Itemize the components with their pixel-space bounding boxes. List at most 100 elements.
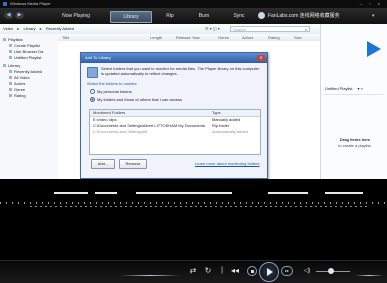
navigation-pane: Playlists Create Playlist Like Browser D…: [0, 34, 59, 179]
column-length[interactable]: Length: [150, 34, 162, 41]
playback-controls: ⇄ ↻ | ◂◂ ▸▸ ◁): [0, 260, 387, 283]
folder-type: Manually added: [212, 117, 241, 122]
folder-path: C:\Documents and Settings\All: [93, 129, 148, 134]
drag-items-heading: Drag items here: [339, 137, 371, 142]
radio-icon[interactable]: [90, 89, 95, 95]
title-bar: Windows Media Player – ▫ ×: [0, 0, 387, 8]
breadcrumb-separator-icon: ▸: [17, 26, 20, 31]
dialog-title: Add To Library: [85, 55, 111, 60]
repeat-icon[interactable]: ↻: [202, 266, 214, 276]
nav-recently-added[interactable]: Recently Added: [9, 69, 42, 74]
video-frame-line: [136, 192, 232, 194]
shuffle-icon[interactable]: ⇄: [187, 266, 199, 276]
user-icon[interactable]: [258, 12, 265, 19]
tab-library[interactable]: Library: [110, 11, 152, 23]
nav-library[interactable]: Library: [3, 63, 20, 68]
list-pane: Untitled Playlist ▾ » Drag items here to…: [320, 24, 387, 179]
back-icon[interactable]: ◀: [4, 12, 13, 19]
radio-my-and-others-folders[interactable]: My folders and those of others that I ca…: [90, 97, 182, 103]
radio-label: My folders and those of others that I ca…: [97, 97, 182, 102]
playlist-title: Untitled Playlist: [325, 86, 353, 91]
folder-type: Rip folder: [212, 123, 230, 128]
tab-now-playing[interactable]: Now Playing: [58, 11, 94, 21]
tab-sync[interactable]: Sync: [228, 11, 250, 21]
column-title[interactable]: Title: [62, 34, 69, 41]
breadcrumb-library[interactable]: Library: [23, 26, 35, 31]
window-title: Windows Media Player: [10, 1, 51, 6]
breadcrumb-recently-added[interactable]: Recently Added: [46, 26, 74, 31]
chevron-down-icon[interactable]: ▾ »: [357, 86, 362, 91]
search-input[interactable]: Search ⌕: [230, 26, 310, 32]
column-genre[interactable]: Genre: [218, 34, 229, 41]
video-frame-line: [95, 192, 117, 194]
remove-folder-button[interactable]: Remove: [119, 159, 147, 169]
nav-all-video[interactable]: All Video: [9, 75, 30, 80]
library-folder-icon: [87, 67, 98, 78]
nav-untitled-playlist[interactable]: Untitled Playlist: [9, 55, 41, 60]
column-size[interactable]: Size: [294, 34, 302, 41]
folder-row[interactable]: C:\Documents and Settings\All Automatica…: [90, 129, 260, 134]
radio-label: My personal folders: [97, 89, 132, 94]
video-frame-line: [268, 192, 308, 194]
nav-actors[interactable]: Actors: [9, 81, 25, 86]
radio-my-personal-folders[interactable]: My personal folders: [90, 89, 132, 95]
chevron-down-icon[interactable]: ▾: [372, 11, 375, 21]
folder-path: C:\Documents and Settings\Albert LITTOSH…: [93, 123, 205, 128]
select-folders-label: Select the folders to monitor: [87, 81, 137, 86]
next-icon[interactable]: ▸▸: [281, 266, 293, 276]
add-folder-button[interactable]: Add...: [91, 159, 115, 169]
separator-icon: |: [221, 267, 223, 274]
play-icon: [267, 268, 273, 276]
search-icon[interactable]: ⌕: [305, 27, 307, 33]
online-store-account[interactable]: FanLabs.com 连线网络收藏服务: [268, 11, 340, 21]
mute-icon[interactable]: ◁): [300, 266, 314, 276]
add-to-library-dialog: Add To Library ✕ Select folders that you…: [80, 52, 268, 179]
breadcrumb: Video ▸ Library ▸ Recently Added: [3, 24, 77, 34]
control-bar-accent: [355, 275, 383, 276]
nav-playlists[interactable]: Playlists: [3, 37, 23, 42]
forward-icon[interactable]: ▶: [15, 12, 24, 19]
folder-row[interactable]: E:\video clips Manually added: [90, 117, 260, 122]
monitored-folders-list[interactable]: Monitored Folders Type E:\video clips Ma…: [89, 109, 261, 155]
list-pane-header[interactable]: Untitled Playlist ▾ »: [325, 86, 363, 91]
view-options-icon[interactable]: ☰ ▾ ◫ ▾: [205, 27, 220, 31]
learn-more-link[interactable]: Learn more about monitoring folders: [195, 161, 259, 166]
column-actors[interactable]: Actors: [242, 34, 253, 41]
nav-create-playlist[interactable]: Create Playlist: [9, 43, 40, 48]
tab-rip[interactable]: Rip: [160, 11, 180, 21]
previous-icon[interactable]: ◂◂: [229, 266, 241, 276]
folder-path: E:\video clips: [93, 117, 117, 122]
video-frame-ticks: [0, 202, 387, 204]
play-button[interactable]: [259, 262, 279, 282]
close-icon[interactable]: ✕: [257, 55, 265, 61]
column-release-year[interactable]: Release Year: [176, 34, 200, 41]
nav-genre[interactable]: Genre: [9, 87, 25, 92]
column-rating[interactable]: Rating: [268, 34, 280, 41]
video-frame-line: [325, 192, 363, 194]
folders-header: Monitored Folders Type: [90, 110, 260, 117]
nav-rating[interactable]: Rating: [9, 93, 26, 98]
search-placeholder: Search: [233, 27, 246, 32]
main-tab-bar: ◀ ▶ Now Playing Library Rip Burn Sync Fa…: [0, 8, 387, 24]
nav-like-browser-da[interactable]: Like Browser Da: [9, 49, 43, 54]
wmp-app-icon: [3, 2, 7, 6]
stop-icon[interactable]: [247, 266, 257, 276]
video-frame-line: [54, 192, 88, 194]
window-controls[interactable]: – ▫ ×: [360, 0, 383, 8]
breadcrumb-video[interactable]: Video: [3, 26, 13, 31]
drag-items-subtext: to create a playlist.: [338, 143, 372, 148]
play-icon[interactable]: [367, 41, 381, 57]
tab-burn[interactable]: Burn: [192, 11, 216, 21]
divider: [325, 94, 383, 95]
dialog-title-bar: Add To Library ✕: [81, 53, 267, 63]
folder-row[interactable]: C:\Documents and Settings\Albert LITTOSH…: [90, 123, 260, 128]
video-frame-dashes: [30, 206, 370, 207]
radio-selected-icon[interactable]: [90, 97, 95, 103]
folder-type: Automatically added: [212, 129, 249, 134]
control-bar-accent: [120, 275, 180, 276]
breadcrumb-separator-icon: ▸: [39, 26, 42, 31]
column-monitored-folders[interactable]: Monitored Folders: [93, 110, 125, 116]
dialog-description: Select folders that you want to monitor …: [101, 66, 260, 76]
volume-slider-thumb[interactable]: [328, 268, 334, 274]
column-type[interactable]: Type: [212, 110, 221, 116]
